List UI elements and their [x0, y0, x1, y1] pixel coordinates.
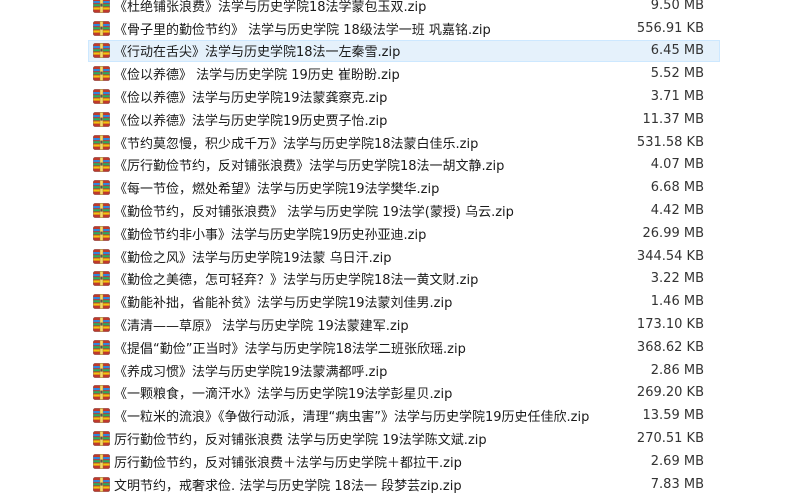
file-size: 9.50 MB	[650, 0, 704, 13]
file-name: 《行动在舌尖》法学与历史学院18法一左秦雪.zip	[114, 45, 401, 61]
file-row[interactable]: 《一颗粮食，一滴汗水》法学与历史学院19法学彭星贝.zip 269.20 KB	[88, 382, 720, 405]
file-name: 《勤俭节约，反对铺张浪费》 法学与历史学院 19法学(蒙授) 乌云.zip	[114, 205, 514, 221]
file-row[interactable]: 《养成习惯》法学与历史学院19法蒙满都呼.zip 2.86 MB	[88, 359, 720, 382]
file-size: 26.99 MB	[642, 225, 704, 241]
file-size: 6.68 MB	[650, 180, 704, 196]
file-row[interactable]: 《提倡“勤俭”正当时》法学与历史学院18法学二班张欣瑶.zip 368.62 KB	[88, 336, 720, 359]
file-row[interactable]: 《俭以养德》法学与历史学院19法蒙龚察克.zip 3.71 MB	[88, 85, 720, 108]
archive-icon	[93, 157, 110, 173]
file-size: 269.20 KB	[636, 385, 704, 401]
file-name: 《一粒米的流浪》《争做行动派，清理“病虫害”》法学与历史学院19历史任佳欣.zi…	[114, 410, 590, 426]
file-row[interactable]: 《骨子里的勤俭节约》 法学与历史学院 18级法学一班 巩嘉铭.zip 556.91…	[88, 17, 720, 40]
archive-icon	[93, 317, 110, 332]
file-row[interactable]: 《一粒米的流浪》《争做行动派，清理“病虫害”》法学与历史学院19历史任佳欣.zi…	[88, 404, 720, 427]
archive-icon	[93, 408, 110, 424]
file-row[interactable]: 厉行勤俭节约，反对铺张浪费＋法学与历史学院＋都拉干.zip 2.69 MB	[88, 450, 720, 473]
archive-icon	[93, 271, 110, 287]
file-size: 7.83 MB	[650, 476, 704, 492]
archive-icon	[93, 340, 110, 355]
file-name: 《勤俭之美德，怎可轻弃？》法学与历史学院18法一黄文财.zip	[114, 273, 479, 289]
file-size: 3.22 MB	[650, 271, 704, 287]
file-size: 13.59 MB	[642, 408, 704, 424]
archive-icon	[93, 203, 110, 218]
file-name: 《俭以养德》 法学与历史学院 19历史 崔盼盼.zip	[114, 68, 400, 84]
file-name: 《节约莫忽慢，积少成千万》法学与历史学院18法蒙白佳乐.zip	[114, 136, 479, 152]
file-size: 173.10 KB	[636, 317, 704, 333]
file-row[interactable]: 《俭以养德》 法学与历史学院 19历史 崔盼盼.zip 5.52 MB	[88, 62, 720, 85]
archive-icon	[93, 476, 110, 492]
file-size: 6.45 MB	[650, 43, 704, 59]
file-row[interactable]: 《节约莫忽慢，积少成千万》法学与历史学院18法蒙白佳乐.zip 531.58 KB	[88, 131, 720, 154]
file-size: 344.54 KB	[636, 248, 704, 264]
file-name: 厉行勤俭节约，反对铺张浪费＋法学与历史学院＋都拉干.zip	[114, 455, 462, 471]
file-row[interactable]: 《勤俭节约，反对铺张浪费》 法学与历史学院 19法学(蒙授) 乌云.zip 4.4…	[88, 199, 720, 222]
archive-icon	[93, 362, 110, 378]
file-name: 《骨子里的勤俭节约》 法学与历史学院 18级法学一班 巩嘉铭.zip	[114, 22, 491, 38]
file-size: 368.62 KB	[636, 339, 704, 355]
file-size: 1.46 MB	[650, 294, 704, 310]
archive-icon	[93, 134, 110, 150]
file-row[interactable]: 《杜绝铺张浪费》法学与历史学院18法学蒙包玉双.zip 9.50 MB	[88, 0, 720, 17]
archive-icon	[93, 89, 110, 104]
archive-icon	[93, 294, 110, 310]
file-size: 4.07 MB	[650, 157, 704, 173]
file-name: 《俭以养德》法学与历史学院19历史贾子怡.zip	[114, 113, 388, 129]
file-row[interactable]: 《俭以养德》法学与历史学院19历史贾子怡.zip 11.37 MB	[88, 108, 720, 131]
file-size: 3.71 MB	[650, 89, 704, 105]
file-row[interactable]: 《厉行勤俭节约，反对铺张浪费》法学与历史学院18法一胡文静.zip 4.07 MB	[88, 154, 720, 177]
archive-icon	[93, 454, 110, 469]
file-name: 《杜绝铺张浪费》法学与历史学院18法学蒙包玉双.zip	[114, 0, 427, 15]
archive-icon	[93, 180, 110, 196]
file-row[interactable]: 《勤俭之美德，怎可轻弃？》法学与历史学院18法一黄文财.zip 3.22 MB	[88, 268, 720, 291]
file-name: 《勤能补拙，省能补贫》法学与历史学院19法蒙刘佳男.zip	[114, 296, 453, 312]
archive-icon	[93, 385, 110, 401]
file-name: 《提倡“勤俭”正当时》法学与历史学院18法学二班张欣瑶.zip	[114, 341, 466, 357]
file-name: 《勤俭之风》法学与历史学院19法蒙 乌日汗.zip	[114, 250, 392, 266]
archive-icon	[93, 248, 110, 264]
archive-icon	[93, 20, 110, 36]
file-row[interactable]: 文明节约，戒奢求俭. 法学与历史学院 18法一 段梦芸zip.zip 7.83 M…	[88, 473, 720, 496]
file-row[interactable]: 《勤能补拙，省能补贫》法学与历史学院19法蒙刘佳男.zip 1.46 MB	[88, 290, 720, 313]
file-row[interactable]: 《行动在舌尖》法学与历史学院18法一左秦雪.zip 6.45 MB	[88, 39, 720, 63]
file-name: 文明节约，戒奢求俭. 法学与历史学院 18法一 段梦芸zip.zip	[114, 478, 462, 494]
file-size: 4.42 MB	[650, 203, 704, 219]
file-name: 《俭以养德》法学与历史学院19法蒙龚察克.zip	[114, 91, 388, 107]
file-name: 《养成习惯》法学与历史学院19法蒙满都呼.zip	[114, 364, 388, 380]
archive-icon	[93, 43, 110, 59]
file-size: 5.52 MB	[650, 66, 704, 82]
file-row[interactable]: 《每一节俭，燃处希望》法学与历史学院19法学樊华.zip 6.68 MB	[88, 176, 720, 199]
file-size: 531.58 KB	[636, 134, 704, 150]
archive-icon	[93, 226, 110, 241]
file-list: 《杜绝铺张浪费》法学与历史学院18法学蒙包玉双.zip 9.50 MB 《骨子里的…	[88, 0, 720, 496]
file-name: 《勤俭节约非小事》法学与历史学院19历史孙亚迪.zip	[114, 227, 427, 243]
archive-icon	[93, 112, 110, 127]
file-size: 270.51 KB	[636, 431, 704, 447]
archive-icon	[93, 431, 110, 446]
file-row[interactable]: 《勤俭之风》法学与历史学院19法蒙 乌日汗.zip 344.54 KB	[88, 245, 720, 268]
file-name: 《厉行勤俭节约，反对铺张浪费》法学与历史学院18法一胡文静.zip	[114, 159, 505, 175]
file-row[interactable]: 厉行勤俭节约，反对铺张浪费 法学与历史学院 19法学陈文斌.zip 270.51 …	[88, 427, 720, 450]
file-size: 556.91 KB	[636, 20, 704, 36]
archive-icon	[93, 0, 110, 13]
file-size: 2.69 MB	[650, 453, 704, 469]
file-name: 《清清——草原》 法学与历史学院 19法蒙建军.zip	[114, 319, 409, 335]
file-name: 厉行勤俭节约，反对铺张浪费 法学与历史学院 19法学陈文斌.zip	[114, 433, 487, 449]
file-row[interactable]: 《清清——草原》 法学与历史学院 19法蒙建军.zip 173.10 KB	[88, 313, 720, 336]
file-name: 《一颗粮食，一滴汗水》法学与历史学院19法学彭星贝.zip	[114, 387, 453, 403]
archive-icon	[93, 66, 110, 82]
file-row[interactable]: 《勤俭节约非小事》法学与历史学院19历史孙亚迪.zip 26.99 MB	[88, 222, 720, 245]
file-size: 2.86 MB	[650, 362, 704, 378]
file-name: 《每一节俭，燃处希望》法学与历史学院19法学樊华.zip	[114, 182, 440, 198]
file-size: 11.37 MB	[642, 111, 704, 127]
